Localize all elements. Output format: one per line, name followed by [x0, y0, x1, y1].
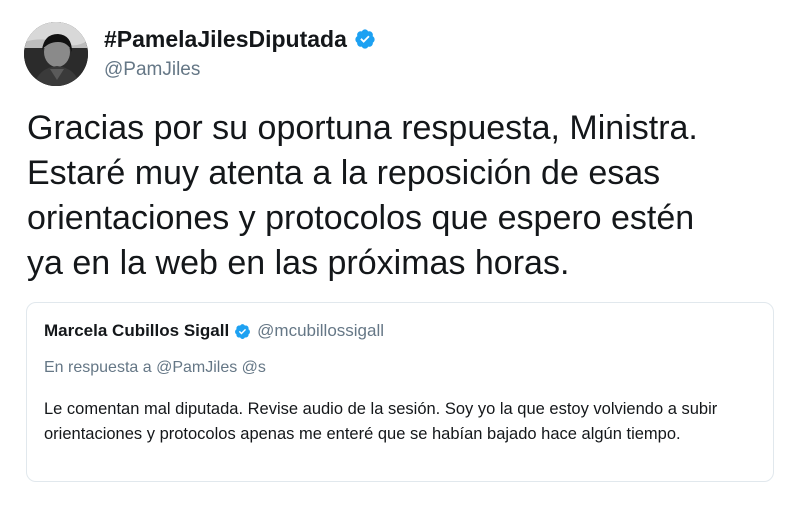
tweet-card: #PamelaJilesDiputada @PamJiles Gracias p… [0, 0, 800, 514]
tweet-header: #PamelaJilesDiputada @PamJiles [24, 18, 376, 90]
author-names: #PamelaJilesDiputada @PamJiles [104, 25, 376, 83]
author-name-row[interactable]: #PamelaJilesDiputada [104, 25, 376, 53]
verified-badge-icon [354, 28, 376, 50]
tweet-text: Gracias por su oportuna respuesta, Minis… [27, 109, 698, 282]
author-display-name[interactable]: #PamelaJilesDiputada [104, 25, 347, 53]
verified-badge-icon [234, 323, 251, 340]
quoted-reply-context: En respuesta a @PamJiles @s [44, 359, 266, 376]
quoted-author-handle: @mcubillossigall [257, 321, 385, 340]
author-handle[interactable]: @PamJiles [104, 57, 376, 83]
avatar[interactable] [24, 22, 88, 86]
quoted-author-display-name: Marcela Cubillos Sigall [44, 321, 230, 340]
quoted-tweet-text: Le comentan mal diputada. Revise audio d… [44, 400, 718, 443]
quoted-tweet-header: Marcela Cubillos Sigall @mcubillossigall [44, 321, 384, 341]
quoted-tweet[interactable]: Marcela Cubillos Sigall @mcubillossigall… [26, 302, 774, 482]
